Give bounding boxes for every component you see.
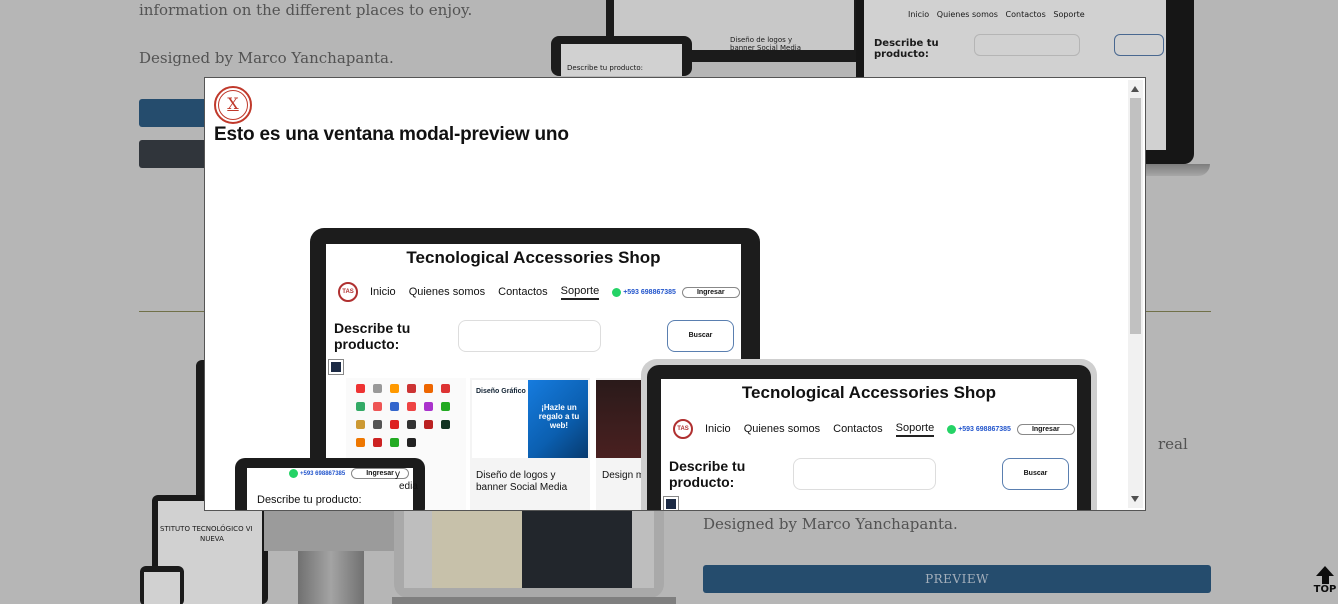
shop-logo-icon: TAS	[338, 282, 358, 302]
search-box	[458, 320, 601, 352]
shop-logo-icon: TAS	[673, 419, 693, 439]
shop-title-laptop: Tecnological Accessories Shop	[741, 383, 997, 402]
describe-label: Describe tu producto:	[334, 320, 411, 353]
whatsapp-icon	[612, 287, 622, 297]
image-icon	[663, 496, 679, 510]
close-button[interactable]: X	[214, 86, 252, 124]
describe-label-phone: Describe tu producto:	[257, 494, 362, 506]
describe-label-laptop: Describe tu producto:	[669, 458, 746, 491]
phone-mockup: +593 698867385 Ingresar Describe tu prod…	[235, 458, 425, 510]
scroll-down-icon[interactable]	[1131, 496, 1139, 502]
product-card-design: Diseño Gráfico ¡Hazle un regalo a tu web…	[470, 378, 590, 510]
scroll-up-icon[interactable]	[1131, 86, 1139, 92]
whatsapp-icon	[947, 424, 957, 434]
card-caption: Diseño de logos y banner Social Media	[476, 470, 568, 493]
buscar-button: Buscar	[667, 320, 734, 352]
mockup-nav: TAS Inicio Quienes somos Contactos Sopor…	[338, 282, 740, 302]
laptop-mockup: Tecnological Accessories Shop TAS Inicio…	[641, 359, 1097, 510]
whatsapp-icon	[289, 469, 298, 478]
scrollbar-thumb[interactable]	[1130, 98, 1141, 334]
image-icon	[328, 359, 344, 375]
modal-scrollbar[interactable]	[1128, 80, 1143, 508]
search-box-laptop	[793, 458, 936, 490]
preview-modal: X Esto es una ventana modal-preview uno …	[204, 77, 1146, 511]
modal-title: Esto es una ventana modal-preview uno	[214, 124, 569, 145]
shop-title: Tecnological Accessories Shop	[406, 248, 661, 267]
buscar-button-laptop: Buscar	[1002, 458, 1069, 490]
